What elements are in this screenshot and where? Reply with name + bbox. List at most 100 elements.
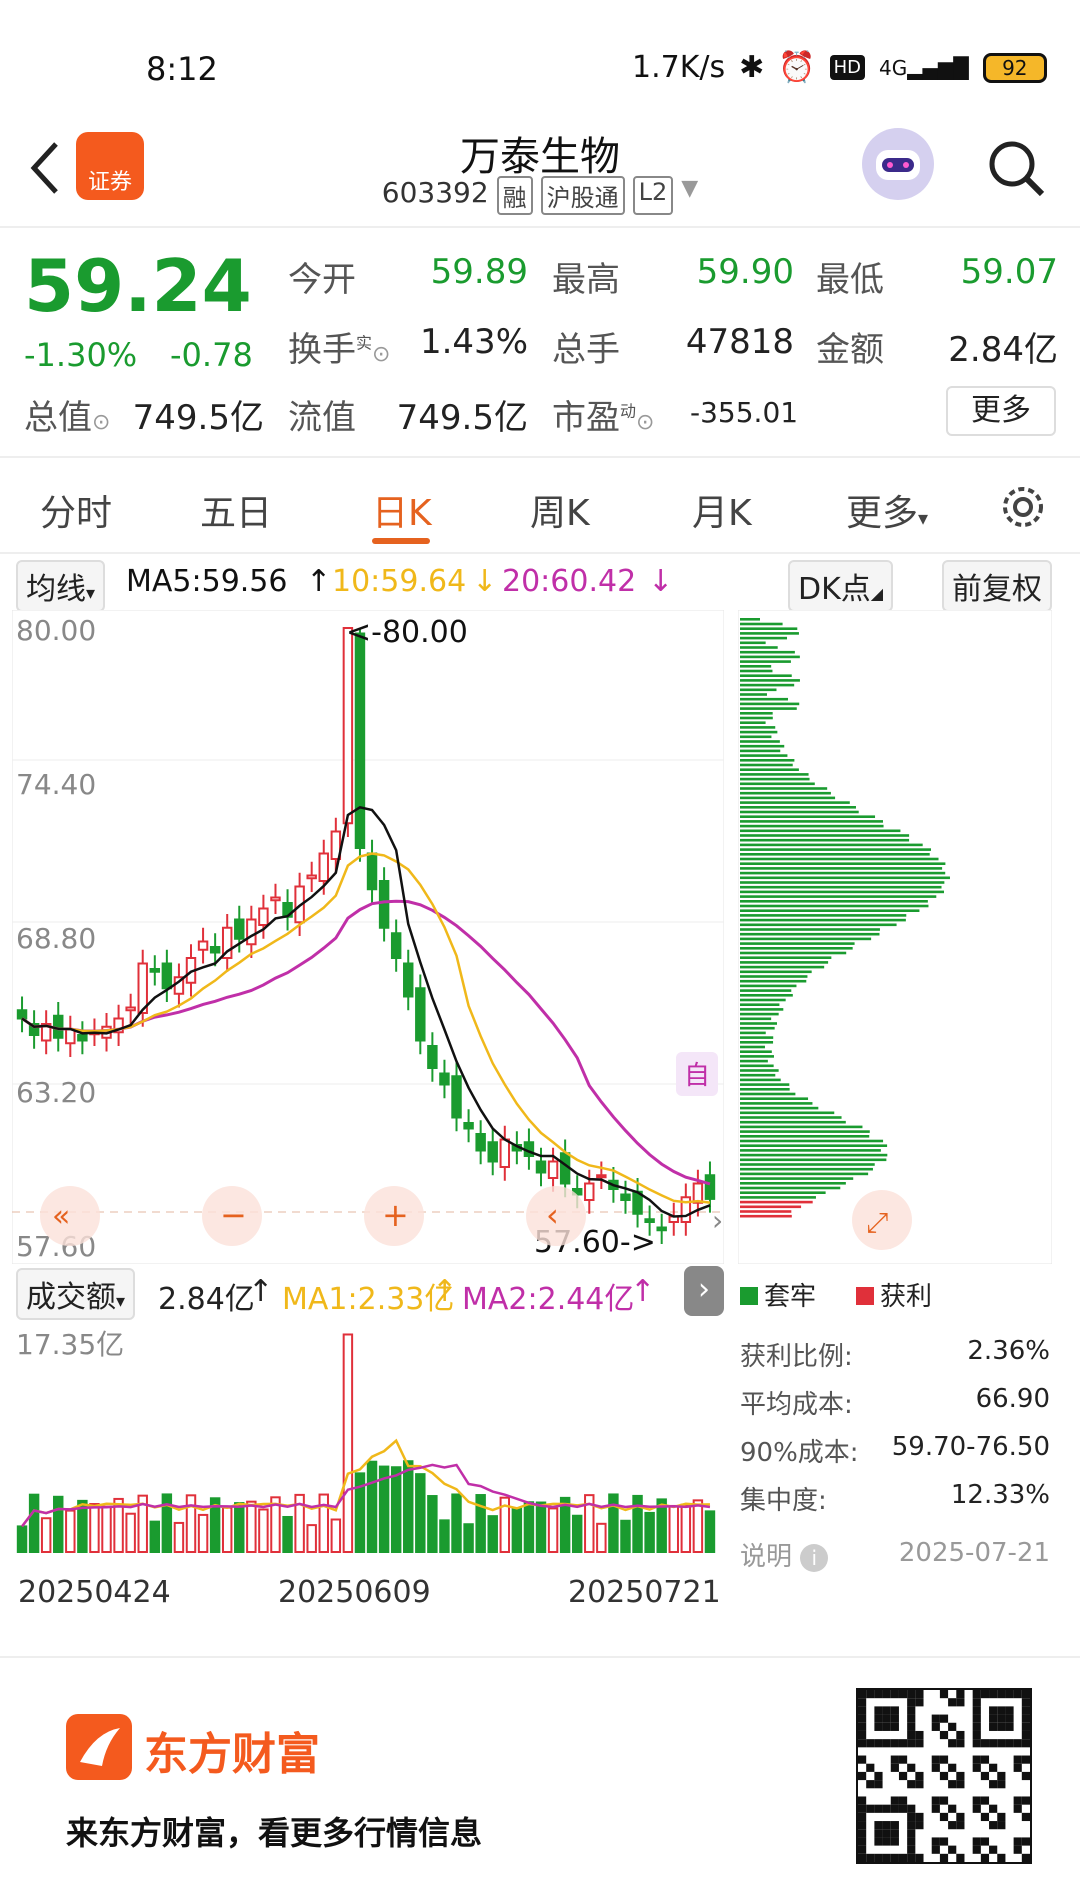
concentration-label: 集中度:: [740, 1486, 827, 1516]
chip-bar: [740, 1200, 813, 1204]
chip-bar: [740, 834, 910, 837]
candle-body: [596, 1174, 607, 1179]
chip-bar: [740, 895, 937, 898]
candle-body: [463, 1122, 474, 1130]
tab-more[interactable]: 更多▾: [846, 484, 928, 536]
candle-body: [487, 1141, 498, 1163]
chip-bar: [740, 1205, 802, 1209]
dk-point-select[interactable]: DK点◢: [788, 560, 894, 612]
adjust-select[interactable]: 前复权: [942, 560, 1052, 612]
more-button[interactable]: 更多: [946, 386, 1056, 436]
chip-bar: [740, 848, 931, 851]
volume-bar: [16, 1525, 28, 1554]
chip-bar: [740, 1116, 842, 1119]
chip-bar: [740, 1210, 792, 1213]
pe-label: 市盈动⊙: [552, 398, 655, 438]
volume-legend-row: 成交额▾ 2.84亿 ↑ MA1:2.33亿 ↑ MA2:2.44亿 ↑ ›: [16, 1266, 728, 1320]
chip-info-panel: 套牢 获利 获利比例: 2.36% 平均成本: 66.90 90%成本: 59.…: [740, 1270, 1052, 1590]
legend-trapped: 套牢: [740, 1276, 816, 1313]
ma5-value: MA5:59.56: [126, 564, 288, 599]
search-icon[interactable]: [984, 136, 1048, 200]
volume-bar: [149, 1520, 161, 1554]
chip-bar: [740, 928, 880, 931]
volume-bar: [101, 1505, 112, 1553]
chip-bar: [740, 688, 777, 692]
volume-bar: [185, 1494, 197, 1554]
pe-value: -355.01: [690, 396, 799, 429]
volume-bar: [221, 1506, 233, 1554]
chip-bar: [740, 744, 785, 748]
chip-bar: [740, 1163, 875, 1166]
chip-bar: [740, 1158, 887, 1162]
tab-weekly[interactable]: 周K: [530, 484, 590, 536]
candle-body: [704, 1174, 716, 1200]
hd-icon: HD: [829, 55, 866, 80]
volume-bar: [415, 1473, 426, 1553]
volume-bar: [234, 1502, 245, 1554]
chip-bar: [740, 1008, 784, 1011]
chevron-right-icon: ›: [712, 1204, 723, 1237]
tab-monthly[interactable]: 月K: [692, 484, 752, 536]
volume-bar: [463, 1523, 474, 1553]
chip-bar: [740, 1092, 796, 1096]
candle-body: [427, 1045, 438, 1069]
chip-bar: [740, 1214, 792, 1218]
candle-body: [161, 962, 173, 990]
chip-bar: [740, 763, 793, 767]
chip-bar: [740, 787, 828, 790]
tab-daily[interactable]: 日K: [372, 484, 432, 536]
volume-bar: [306, 1524, 317, 1554]
kline-chart[interactable]: 80.0074.4068.8063.2057.60 <-80.00 57.60-…: [12, 610, 724, 1264]
last-price: 59.24: [24, 244, 252, 328]
period-tabs: 分时 五日 日K 周K 月K 更多▾: [0, 460, 1080, 554]
chip-bar: [740, 759, 795, 762]
volume-ma2: MA2:2.44亿: [462, 1282, 635, 1317]
chip-bar: [740, 636, 788, 640]
chip-bar: [740, 683, 795, 687]
candle-body: [125, 1006, 136, 1012]
volume-bar: [680, 1503, 692, 1553]
assistant-robot-icon[interactable]: [862, 128, 934, 200]
chip-bar: [740, 806, 856, 809]
tab-intraday[interactable]: 分时: [40, 484, 112, 536]
chip-bar: [740, 1153, 888, 1157]
candle-body: [149, 968, 161, 973]
high-value: 59.90: [696, 252, 794, 292]
volume-chart[interactable]: 17.35亿 20250424 20250609 20250721: [12, 1320, 724, 1654]
ma-legend-row: 均线▾ MA5:59.56 ↑ 10:59.64 ↓ 20:60.42 ↓ DK…: [0, 556, 1080, 612]
ma10-arrow: ↓: [472, 564, 498, 599]
tab-five-day[interactable]: 五日: [200, 484, 272, 536]
volume-indicator-select[interactable]: 成交额▾: [16, 1268, 136, 1320]
volume-bar: [366, 1460, 378, 1554]
chip-bar: [740, 1172, 869, 1176]
chip-bar: [740, 1106, 819, 1110]
volume-value: 2.84亿: [158, 1282, 255, 1317]
minus-icon: −: [220, 1196, 247, 1234]
chip-bar: [740, 984, 797, 988]
candle-body: [342, 627, 354, 825]
settings-gear-icon[interactable]: [998, 482, 1048, 532]
chip-bar: [740, 923, 897, 927]
candle-body: [318, 852, 329, 882]
concentration-value: 12.33%: [950, 1480, 1050, 1510]
volume-bar: [403, 1460, 414, 1553]
candle-body: [499, 1138, 511, 1168]
chevron-down-icon[interactable]: ▼: [681, 176, 698, 215]
chip-bar: [740, 965, 825, 969]
volume-bar: [65, 1509, 76, 1553]
amount-value: 2.84亿: [948, 330, 1058, 370]
note-link[interactable]: 说明 i: [740, 1536, 829, 1573]
chip-bar: [740, 665, 772, 668]
chip-bar: [740, 655, 800, 659]
candle-body: [656, 1226, 667, 1232]
chip-bar: [740, 1186, 841, 1190]
volume-max-label: 17.35亿: [16, 1328, 124, 1361]
chip-bar: [740, 730, 778, 734]
y-axis-label: 68.80: [16, 922, 96, 955]
panel-toggle-icon[interactable]: ›: [684, 1266, 724, 1316]
volume-bar: [451, 1493, 462, 1554]
ma-select[interactable]: 均线▾: [16, 560, 106, 612]
volume-bar: [668, 1504, 679, 1553]
change-abs: -0.78: [170, 336, 253, 374]
chip-bar: [740, 669, 773, 673]
